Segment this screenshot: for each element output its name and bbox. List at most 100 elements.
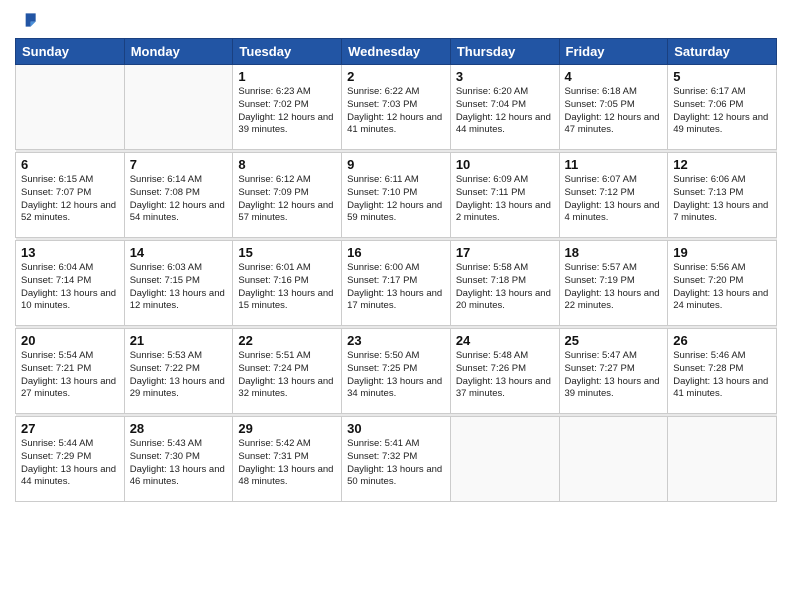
table-row: 19 Sunrise: 5:56 AM Sunset: 7:20 PM Dayli…: [668, 241, 777, 326]
page: Sunday Monday Tuesday Wednesday Thursday…: [0, 0, 792, 612]
header-wednesday: Wednesday: [342, 39, 451, 65]
table-row: 23 Sunrise: 5:50 AM Sunset: 7:25 PM Dayli…: [342, 329, 451, 414]
table-row: 20Sunrise: 5:54 AM Sunset: 7:21 PM Dayli…: [16, 329, 125, 414]
day-info: Sunrise: 5:47 AM Sunset: 7:27 PM Dayligh…: [565, 350, 663, 401]
table-row: 22 Sunrise: 5:51 AM Sunset: 7:24 PM Dayli…: [233, 329, 342, 414]
table-row: 21Sunrise: 5:53 AM Sunset: 7:22 PM Dayli…: [124, 329, 233, 414]
day-info: Sunrise: 5:41 AM Sunset: 7:32 PM Dayligh…: [347, 438, 445, 489]
logo: [15, 10, 39, 30]
day-number: 24: [456, 333, 554, 348]
table-row: 26 Sunrise: 5:46 AM Sunset: 7:28 PM Dayli…: [668, 329, 777, 414]
day-info: Sunrise: 6:07 AM Sunset: 7:12 PM Dayligh…: [565, 174, 663, 225]
header: [15, 10, 777, 30]
day-number: 10: [456, 157, 554, 172]
table-row: 30 Sunrise: 5:41 AM Sunset: 7:32 PM Dayli…: [342, 417, 451, 502]
table-row: 12 Sunrise: 6:06 AM Sunset: 7:13 PM Dayli…: [668, 153, 777, 238]
day-number: 1: [238, 69, 336, 84]
calendar: Sunday Monday Tuesday Wednesday Thursday…: [15, 38, 777, 502]
table-row: 8Sunrise: 6:12 AM Sunset: 7:09 PM Daylig…: [233, 153, 342, 238]
day-info: Sunrise: 6:00 AM Sunset: 7:17 PM Dayligh…: [347, 262, 445, 313]
day-number: 20: [21, 333, 119, 348]
day-number: 7: [130, 157, 228, 172]
day-number: 12: [673, 157, 771, 172]
day-number: 28: [130, 421, 228, 436]
day-info: Sunrise: 5:48 AM Sunset: 7:26 PM Dayligh…: [456, 350, 554, 401]
day-info: Sunrise: 5:50 AM Sunset: 7:25 PM Dayligh…: [347, 350, 445, 401]
day-info: Sunrise: 6:09 AM Sunset: 7:11 PM Dayligh…: [456, 174, 554, 225]
day-number: 3: [456, 69, 554, 84]
table-row: 7 Sunrise: 6:14 AM Sunset: 7:08 PM Daylig…: [124, 153, 233, 238]
header-saturday: Saturday: [668, 39, 777, 65]
day-info: Sunrise: 6:17 AM Sunset: 7:06 PM Dayligh…: [673, 86, 771, 137]
table-row: 11 Sunrise: 6:07 AM Sunset: 7:12 PM Dayli…: [559, 153, 668, 238]
table-row: 18Sunrise: 5:57 AM Sunset: 7:19 PM Dayli…: [559, 241, 668, 326]
table-row: [16, 65, 125, 150]
day-number: 19: [673, 245, 771, 260]
day-number: 9: [347, 157, 445, 172]
calendar-week-row: 1 Sunrise: 6:23 AM Sunset: 7:02 PM Daylig…: [16, 65, 777, 150]
day-info: Sunrise: 5:46 AM Sunset: 7:28 PM Dayligh…: [673, 350, 771, 401]
table-row: 10 Sunrise: 6:09 AM Sunset: 7:11 PM Dayli…: [450, 153, 559, 238]
day-number: 15: [238, 245, 336, 260]
table-row: 5 Sunrise: 6:17 AM Sunset: 7:06 PM Daylig…: [668, 65, 777, 150]
day-number: 6: [21, 157, 119, 172]
day-number: 16: [347, 245, 445, 260]
calendar-week-row: 20Sunrise: 5:54 AM Sunset: 7:21 PM Dayli…: [16, 329, 777, 414]
table-row: 2 Sunrise: 6:22 AM Sunset: 7:03 PM Daylig…: [342, 65, 451, 150]
day-info: Sunrise: 6:23 AM Sunset: 7:02 PM Dayligh…: [238, 86, 336, 137]
table-row: 4Sunrise: 6:18 AM Sunset: 7:05 PM Daylig…: [559, 65, 668, 150]
day-number: 29: [238, 421, 336, 436]
table-row: 6Sunrise: 6:15 AM Sunset: 7:07 PM Daylig…: [16, 153, 125, 238]
calendar-week-row: 6Sunrise: 6:15 AM Sunset: 7:07 PM Daylig…: [16, 153, 777, 238]
table-row: 25 Sunrise: 5:47 AM Sunset: 7:27 PM Dayli…: [559, 329, 668, 414]
table-row: 9 Sunrise: 6:11 AM Sunset: 7:10 PM Daylig…: [342, 153, 451, 238]
header-tuesday: Tuesday: [233, 39, 342, 65]
table-row: 15Sunrise: 6:01 AM Sunset: 7:16 PM Dayli…: [233, 241, 342, 326]
day-number: 14: [130, 245, 228, 260]
day-number: 11: [565, 157, 663, 172]
header-friday: Friday: [559, 39, 668, 65]
table-row: [668, 417, 777, 502]
day-info: Sunrise: 5:44 AM Sunset: 7:29 PM Dayligh…: [21, 438, 119, 489]
day-info: Sunrise: 6:06 AM Sunset: 7:13 PM Dayligh…: [673, 174, 771, 225]
day-number: 25: [565, 333, 663, 348]
day-number: 13: [21, 245, 119, 260]
table-row: 24 Sunrise: 5:48 AM Sunset: 7:26 PM Dayli…: [450, 329, 559, 414]
day-number: 27: [21, 421, 119, 436]
header-thursday: Thursday: [450, 39, 559, 65]
day-number: 2: [347, 69, 445, 84]
header-sunday: Sunday: [16, 39, 125, 65]
day-info: Sunrise: 5:56 AM Sunset: 7:20 PM Dayligh…: [673, 262, 771, 313]
table-row: [559, 417, 668, 502]
table-row: 29 Sunrise: 5:42 AM Sunset: 7:31 PM Dayli…: [233, 417, 342, 502]
day-number: 23: [347, 333, 445, 348]
day-info: Sunrise: 5:58 AM Sunset: 7:18 PM Dayligh…: [456, 262, 554, 313]
day-info: Sunrise: 5:53 AM Sunset: 7:22 PM Dayligh…: [130, 350, 228, 401]
table-row: 13Sunrise: 6:04 AM Sunset: 7:14 PM Dayli…: [16, 241, 125, 326]
day-info: Sunrise: 6:12 AM Sunset: 7:09 PM Dayligh…: [238, 174, 336, 225]
calendar-week-row: 13Sunrise: 6:04 AM Sunset: 7:14 PM Dayli…: [16, 241, 777, 326]
logo-icon: [19, 10, 39, 30]
day-info: Sunrise: 6:22 AM Sunset: 7:03 PM Dayligh…: [347, 86, 445, 137]
table-row: [450, 417, 559, 502]
table-row: 28Sunrise: 5:43 AM Sunset: 7:30 PM Dayli…: [124, 417, 233, 502]
day-number: 18: [565, 245, 663, 260]
day-number: 30: [347, 421, 445, 436]
day-number: 5: [673, 69, 771, 84]
table-row: [124, 65, 233, 150]
day-info: Sunrise: 5:51 AM Sunset: 7:24 PM Dayligh…: [238, 350, 336, 401]
table-row: 14 Sunrise: 6:03 AM Sunset: 7:15 PM Dayli…: [124, 241, 233, 326]
table-row: 17 Sunrise: 5:58 AM Sunset: 7:18 PM Dayli…: [450, 241, 559, 326]
day-info: Sunrise: 6:03 AM Sunset: 7:15 PM Dayligh…: [130, 262, 228, 313]
calendar-week-row: 27 Sunrise: 5:44 AM Sunset: 7:29 PM Dayli…: [16, 417, 777, 502]
day-info: Sunrise: 6:11 AM Sunset: 7:10 PM Dayligh…: [347, 174, 445, 225]
header-monday: Monday: [124, 39, 233, 65]
day-number: 17: [456, 245, 554, 260]
day-number: 22: [238, 333, 336, 348]
day-number: 26: [673, 333, 771, 348]
day-info: Sunrise: 5:42 AM Sunset: 7:31 PM Dayligh…: [238, 438, 336, 489]
table-row: 16 Sunrise: 6:00 AM Sunset: 7:17 PM Dayli…: [342, 241, 451, 326]
day-info: Sunrise: 6:14 AM Sunset: 7:08 PM Dayligh…: [130, 174, 228, 225]
day-info: Sunrise: 6:18 AM Sunset: 7:05 PM Dayligh…: [565, 86, 663, 137]
table-row: 27 Sunrise: 5:44 AM Sunset: 7:29 PM Dayli…: [16, 417, 125, 502]
